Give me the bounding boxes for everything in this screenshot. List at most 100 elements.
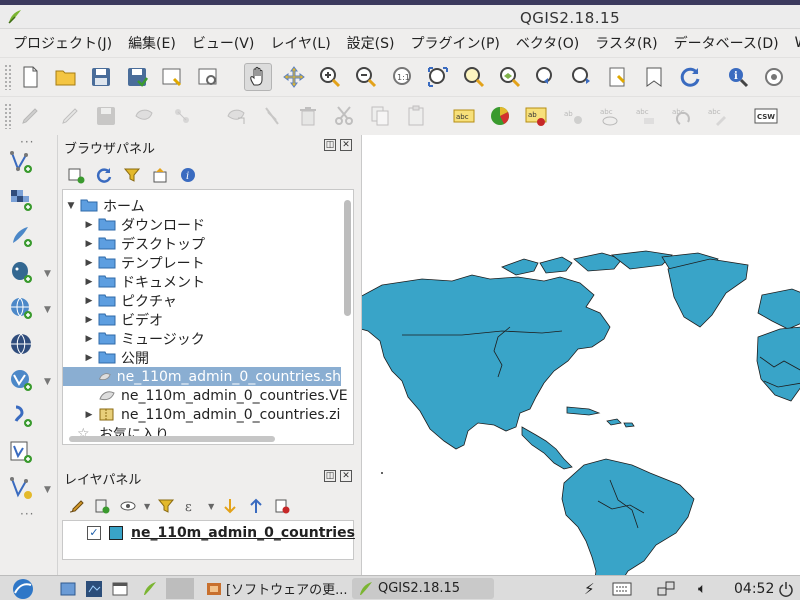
tree-item-public[interactable]: ▶ 公開 [83, 348, 353, 367]
zoom-layer-icon[interactable] [496, 63, 524, 91]
node-tool-icon[interactable] [222, 102, 250, 130]
tree-item-music[interactable]: ▶ ミュージック [83, 329, 353, 348]
zoom-next-icon[interactable] [568, 63, 596, 91]
browser-vertical-scrollbar[interactable] [344, 196, 351, 444]
menu-layer[interactable]: レイヤ(L) [262, 33, 338, 53]
zoom-in-icon[interactable] [316, 63, 344, 91]
zoom-last-icon[interactable] [532, 63, 560, 91]
volume-icon[interactable]: 🔈︎ [698, 578, 706, 599]
shutdown-icon[interactable] [778, 578, 794, 599]
tree-item-downloads[interactable]: ▶ ダウンロード [83, 215, 353, 234]
add-group-icon[interactable] [92, 496, 112, 516]
expand-arrow[interactable]: ▶ [83, 334, 95, 344]
menu-edit[interactable]: 編集(E) [120, 33, 184, 53]
tree-item-vrt[interactable]: ne_110m_admin_0_countries.VE [95, 386, 353, 405]
menu-project[interactable]: プロジェクト(J) [5, 33, 120, 53]
tree-item-pictures[interactable]: ▶ ピクチャ [83, 291, 353, 310]
power-icon[interactable]: ⚡ [584, 578, 595, 599]
start-menu-icon[interactable] [8, 578, 38, 599]
menu-plugins[interactable]: プラグイン(P) [402, 33, 507, 53]
expand-arrow[interactable]: ▶ [83, 296, 95, 306]
toggle-editing-icon[interactable] [56, 102, 84, 130]
zoom-out-icon[interactable] [352, 63, 380, 91]
save-as-icon[interactable] [123, 63, 151, 91]
add-wms-layer-icon[interactable] [6, 293, 36, 323]
move-label-icon[interactable]: abc [632, 102, 660, 130]
empty-task-slot[interactable] [166, 578, 194, 599]
new-layer-dropdown-arrow[interactable]: ▼ [44, 485, 54, 495]
tree-item-documents[interactable]: ▶ ドキュメント [83, 272, 353, 291]
collapse-all-layers-icon[interactable] [246, 496, 266, 516]
move-feature-icon[interactable] [168, 102, 196, 130]
add-wfs-layer-icon[interactable] [6, 365, 36, 395]
expand-arrow[interactable]: ▼ [65, 201, 77, 211]
trash-icon[interactable] [294, 102, 322, 130]
menu-settings[interactable]: 設定(S) [339, 33, 403, 53]
add-feature-icon[interactable] [130, 102, 158, 130]
properties-info-icon[interactable]: i [178, 165, 198, 185]
zoom-full-icon[interactable] [424, 63, 452, 91]
expand-arrow[interactable]: ▶ [83, 220, 95, 230]
current-edits-icon[interactable] [16, 102, 44, 130]
file-manager-icon[interactable] [58, 578, 78, 599]
float-panel-button[interactable]: ◫ [324, 139, 336, 151]
menu-vector[interactable]: ベクタ(O) [508, 33, 587, 53]
open-project-icon[interactable] [52, 63, 80, 91]
expand-arrow[interactable]: ▶ [83, 353, 95, 363]
refresh-browser-icon[interactable] [94, 165, 114, 185]
toolbar-grip[interactable] [4, 64, 12, 90]
measure-icon[interactable] [760, 63, 788, 91]
highlight-pinned-icon[interactable]: ab [560, 102, 588, 130]
window-launcher-icon[interactable] [110, 578, 130, 599]
new-vector-layer-icon[interactable] [6, 473, 36, 503]
change-label-icon[interactable]: abc [704, 102, 732, 130]
cut-icon[interactable] [330, 102, 358, 130]
expand-arrow[interactable]: ▶ [83, 410, 95, 420]
browser-horizontal-scrollbar[interactable] [69, 436, 275, 442]
manage-visibility-icon[interactable] [118, 496, 138, 516]
browser-launcher-icon[interactable] [84, 578, 104, 599]
pan-to-selection-icon[interactable] [280, 63, 308, 91]
pan-map-icon[interactable] [244, 63, 272, 91]
filter-legend-icon[interactable] [156, 496, 176, 516]
task-qgis[interactable]: QGIS2.18.15 [352, 578, 494, 599]
add-raster-layer-icon[interactable] [6, 185, 36, 215]
zoom-selection-icon[interactable] [460, 63, 488, 91]
zoom-native-icon[interactable]: 1:1 [388, 63, 416, 91]
menu-database[interactable]: データベース(D) [666, 33, 787, 53]
close-layers-panel-button[interactable]: ✕ [340, 470, 352, 482]
keyboard-icon[interactable] [612, 578, 632, 599]
menu-raster[interactable]: ラスタ(R) [587, 33, 665, 53]
tree-item-videos[interactable]: ▶ ビデオ [83, 310, 353, 329]
wfs-dropdown-arrow[interactable]: ▼ [44, 377, 54, 387]
expand-arrow[interactable]: ▶ [83, 277, 95, 287]
menu-web[interactable]: We [787, 35, 800, 51]
expand-arrow[interactable]: ▶ [83, 315, 95, 325]
copy-icon[interactable] [366, 102, 394, 130]
rotate-label-icon[interactable]: abc [668, 102, 696, 130]
task-software-updater[interactable]: [ソフトウェアの更... [200, 578, 353, 599]
collapse-all-icon[interactable] [150, 165, 170, 185]
add-selected-layers-icon[interactable] [66, 165, 86, 185]
new-bookmark-icon[interactable] [604, 63, 632, 91]
show-bookmarks-icon[interactable] [640, 63, 668, 91]
new-print-composer-icon[interactable] [158, 63, 186, 91]
network-icon[interactable] [656, 578, 676, 599]
csw-icon[interactable]: CSW [752, 102, 780, 130]
postgis-dropdown-arrow[interactable]: ▼ [44, 269, 54, 279]
expand-arrow[interactable]: ▶ [83, 239, 95, 249]
clock[interactable]: 04:52 [734, 578, 774, 599]
composer-manager-icon[interactable] [194, 63, 222, 91]
wms-dropdown-arrow[interactable]: ▼ [44, 305, 54, 315]
layer-row[interactable]: ✓ ne_110m_admin_0_countries [87, 525, 355, 541]
expression-dropdown-arrow[interactable]: ▼ [208, 502, 214, 511]
add-spatialite-layer-icon[interactable] [6, 221, 36, 251]
paste-icon[interactable] [402, 102, 430, 130]
tree-item-templates[interactable]: ▶ テンプレート [83, 253, 353, 272]
layer-visibility-checkbox[interactable]: ✓ [87, 526, 101, 540]
tree-item-desktop[interactable]: ▶ デスクトップ [83, 234, 353, 253]
new-project-icon[interactable] [16, 63, 44, 91]
visibility-dropdown-arrow[interactable]: ▼ [144, 502, 150, 511]
style-brush-icon[interactable] [66, 496, 86, 516]
label-toolbar-icon[interactable]: abc [450, 102, 478, 130]
